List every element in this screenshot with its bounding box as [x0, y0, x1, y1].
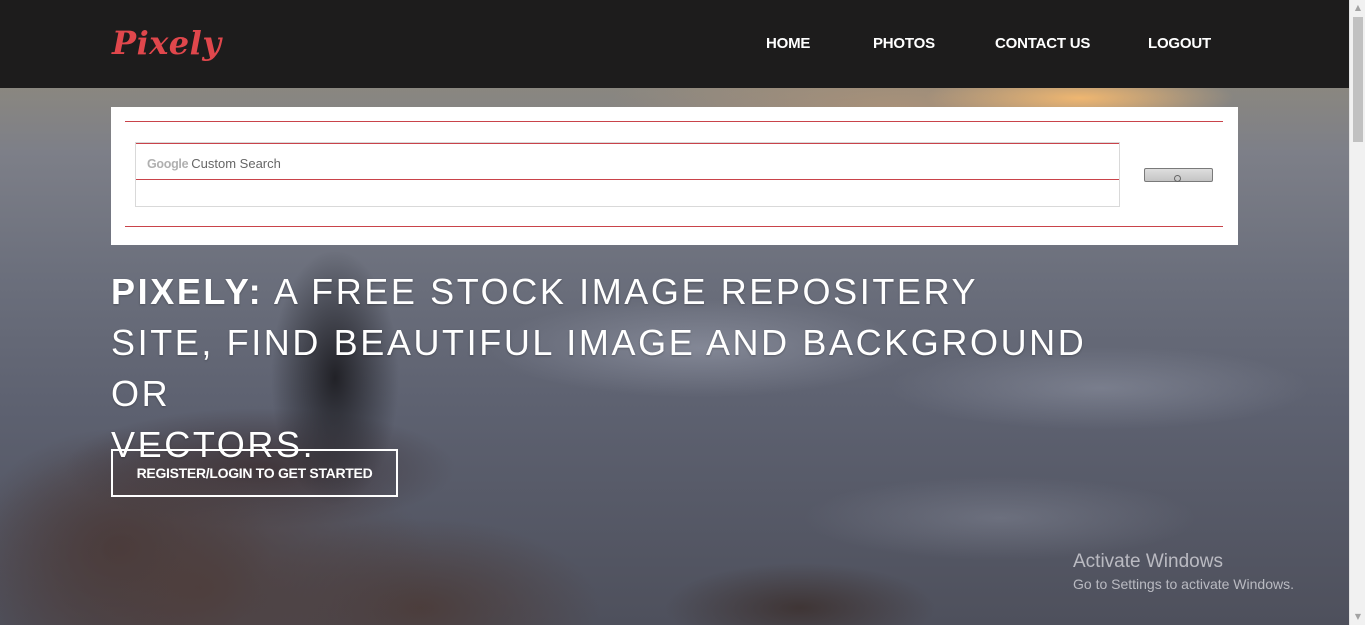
search-button[interactable]	[1144, 168, 1213, 182]
scroll-down-icon[interactable]: ▼	[1350, 609, 1365, 625]
nav-link-photos[interactable]: PHOTOS	[873, 35, 935, 52]
divider-top	[125, 121, 1223, 122]
search-box: Google Custom Search	[135, 142, 1120, 207]
nav-link-contact-us[interactable]: CONTACT US	[995, 35, 1090, 52]
watermark-subtitle: Go to Settings to activate Windows.	[1073, 576, 1294, 592]
search-panel: Google Custom Search	[111, 107, 1238, 245]
scroll-up-icon[interactable]: ▲	[1350, 0, 1365, 16]
nav-link-logout[interactable]: LOGOUT	[1148, 35, 1211, 52]
headline-line1: A FREE STOCK IMAGE REPOSITERY	[263, 271, 979, 312]
headline-brand: PIXELY:	[111, 271, 264, 312]
vertical-scrollbar[interactable]: ▲ ▼	[1349, 0, 1365, 625]
top-navbar: Pixely HOME PHOTOS CONTACT US LOGOUT	[0, 0, 1349, 88]
divider-bottom	[125, 226, 1223, 227]
search-input[interactable]	[136, 143, 1119, 180]
hero-headline: PIXELY: A FREE STOCK IMAGE REPOSITERY SI…	[111, 266, 1121, 470]
site-logo[interactable]: Pixely	[112, 24, 221, 62]
headline-line2: SITE, FIND BEAUTIFUL IMAGE AND BACKGROUN…	[111, 322, 1087, 414]
activate-windows-watermark: Activate Windows Go to Settings to activ…	[1073, 550, 1294, 593]
scrollbar-thumb[interactable]	[1353, 17, 1363, 142]
nav-link-home[interactable]: HOME	[766, 35, 810, 52]
register-login-button[interactable]: REGISTER/LOGIN TO GET STARTED	[111, 449, 398, 497]
watermark-title: Activate Windows	[1073, 551, 1223, 572]
search-icon	[1174, 175, 1181, 182]
